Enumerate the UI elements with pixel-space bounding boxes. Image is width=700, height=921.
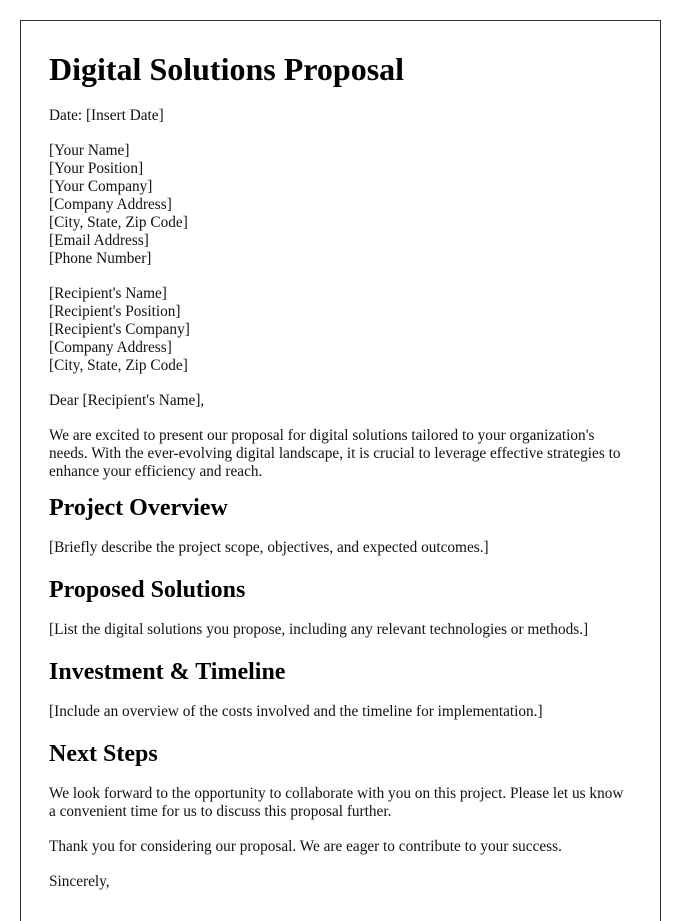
recipient-name: [Recipient's Name] <box>49 285 167 302</box>
sender-phone: [Phone Number] <box>49 250 152 267</box>
sender-city-state-zip: [City, State, Zip Code] <box>49 214 188 231</box>
sender-email: [Email Address] <box>49 232 149 249</box>
recipient-company-address: [Company Address] <box>49 339 172 356</box>
section-heading-proposed-solutions: Proposed Solutions <box>49 577 246 603</box>
salutation: Dear [Recipient's Name], <box>49 392 205 409</box>
date-line: Date: [Insert Date] <box>49 107 164 124</box>
section-body-investment-timeline: [Include an overview of the costs involv… <box>49 703 543 720</box>
section-heading-project-overview: Project Overview <box>49 495 228 521</box>
recipient-city-state-zip: [City, State, Zip Code] <box>49 357 188 374</box>
page-title: Digital Solutions Proposal <box>49 51 405 87</box>
sender-position: [Your Position] <box>49 160 144 177</box>
thanks-paragraph: Thank you for considering our proposal. … <box>49 838 562 855</box>
sender-address-block: [Your Name] [Your Position] [Your Compan… <box>49 142 632 268</box>
sender-name: [Your Name] <box>49 142 130 159</box>
section-heading-investment-timeline: Investment & Timeline <box>49 659 286 685</box>
recipient-position: [Recipient's Position] <box>49 303 181 320</box>
closing-line: Sincerely, <box>49 873 110 890</box>
sender-company-address: [Company Address] <box>49 196 172 213</box>
section-heading-next-steps: Next Steps <box>49 741 158 767</box>
intro-paragraph: We are excited to present our proposal f… <box>49 427 621 480</box>
letter-document: Digital Solutions Proposal Date: [Insert… <box>20 20 661 921</box>
sender-company: [Your Company] <box>49 178 153 195</box>
section-body-proposed-solutions: [List the digital solutions you propose,… <box>49 621 589 638</box>
section-body-project-overview: [Briefly describe the project scope, obj… <box>49 539 489 556</box>
section-body-next-steps: We look forward to the opportunity to co… <box>49 785 624 820</box>
recipient-address-block: [Recipient's Name] [Recipient's Position… <box>49 285 632 375</box>
recipient-company: [Recipient's Company] <box>49 321 190 338</box>
